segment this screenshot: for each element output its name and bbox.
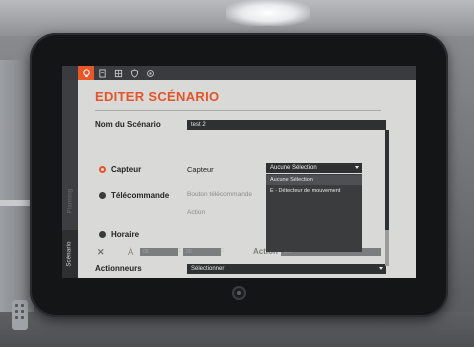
capteur-dropdown[interactable]: Aucune Sélection	[266, 163, 362, 173]
actionneurs-select[interactable]: Sélectionner	[187, 264, 386, 274]
capteur-field-label: Capteur	[187, 165, 214, 174]
home-button[interactable]	[232, 286, 246, 300]
close-icon[interactable]: ✕	[97, 247, 105, 258]
at-label: À	[128, 248, 134, 257]
horaire-radio[interactable]	[99, 231, 106, 238]
scenario-editor-panel: EDITER SCÉNARIO Nom du Scénario test 2 C…	[78, 80, 416, 278]
power-icon	[237, 291, 241, 295]
chevron-down-icon	[355, 166, 359, 169]
telecommande-radio[interactable]	[99, 192, 106, 199]
tab-planning-label: Planning	[67, 188, 74, 214]
dropdown-option[interactable]: E - Détecteur de mouvement	[266, 186, 362, 196]
capteur-label: Capteur	[111, 165, 142, 174]
scrollbar[interactable]	[385, 130, 389, 266]
hour-input[interactable]: 00	[140, 248, 178, 256]
window-sill	[0, 200, 30, 206]
chevron-down-icon	[379, 267, 383, 270]
time-separator: :	[179, 248, 181, 254]
capteur-dropdown-value: Aucune Sélection	[270, 165, 317, 171]
page-title: EDITER SCÉNARIO	[95, 89, 220, 104]
telecommande-label: Télécommande	[111, 191, 170, 200]
ceiling-light	[226, 0, 310, 26]
tab-scenarios-label: Scénario	[67, 241, 73, 267]
lightbulb-icon[interactable]	[78, 66, 94, 80]
tablet: Planning Scénario EDITER SCÉNARIO Nom du…	[30, 33, 448, 317]
grid-icon[interactable]	[110, 66, 126, 80]
actionneurs-select-value: Sélectionner	[191, 266, 225, 272]
top-icon-bar	[62, 66, 416, 80]
scenario-name-label: Nom du Scénario	[95, 120, 161, 129]
capteur-dropdown-menu: Aucune Sélection E - Détecteur de mouvem…	[266, 174, 362, 252]
shield-icon[interactable]	[126, 66, 142, 80]
actionneurs-label: Actionneurs	[95, 264, 142, 273]
document-icon[interactable]	[94, 66, 110, 80]
side-tabs: Planning Scénario	[62, 80, 78, 278]
remote-button-label: Bouton télécommande	[187, 191, 253, 198]
floor	[0, 312, 474, 347]
dropdown-option[interactable]: Aucune Sélection	[266, 175, 362, 185]
tab-planning[interactable]: Planning	[62, 176, 78, 226]
scrollbar-thumb[interactable]	[385, 130, 389, 230]
tablet-screen: Planning Scénario EDITER SCÉNARIO Nom du…	[62, 66, 416, 278]
divider	[95, 110, 381, 111]
capteur-radio[interactable]	[99, 166, 106, 173]
remote-control	[12, 300, 28, 330]
tab-scenarios[interactable]: Scénario	[62, 230, 78, 278]
scenario-name-input[interactable]: test 2	[187, 120, 386, 130]
horaire-label: Horaire	[111, 230, 140, 239]
minute-input[interactable]: 00	[183, 248, 221, 256]
settings-icon[interactable]	[142, 66, 158, 80]
time-separator-end: :	[222, 248, 224, 254]
remote-action-label: Action	[187, 209, 206, 216]
